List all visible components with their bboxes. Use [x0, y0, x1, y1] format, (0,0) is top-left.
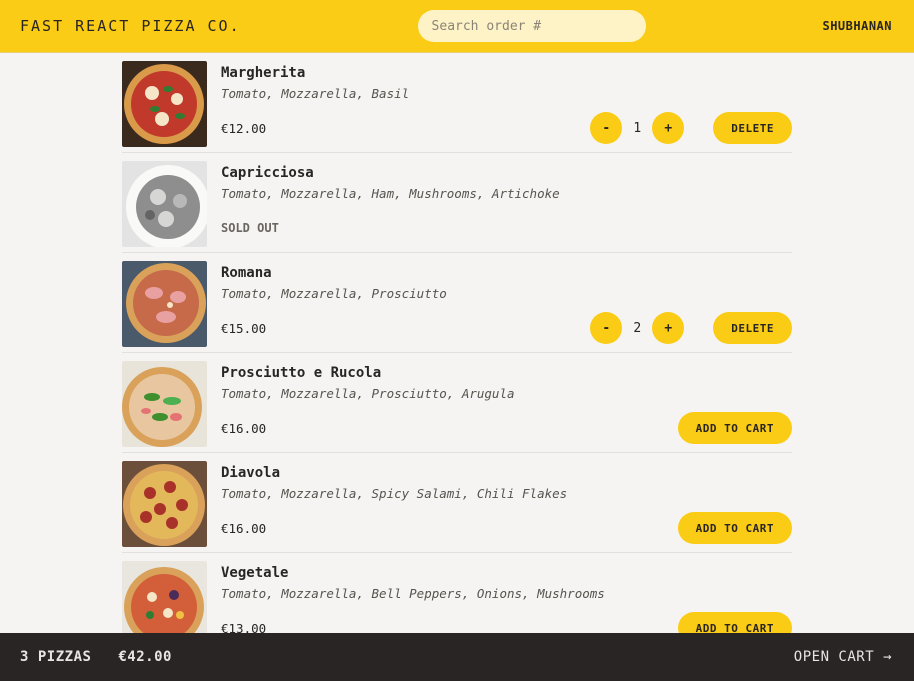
pizza-name: Romana [221, 265, 272, 281]
delete-button[interactable]: DELETE [713, 112, 792, 144]
pizza-ingredients: Tomato, Mozzarella, Spicy Salami, Chili … [221, 486, 568, 501]
menu-item: Romana Tomato, Mozzarella, Prosciutto €1… [122, 253, 792, 353]
pizza-image [122, 361, 207, 447]
delete-button[interactable]: DELETE [713, 312, 792, 344]
pizza-name: Prosciutto e Rucola [221, 365, 382, 381]
pizza-price: €13.00 [221, 620, 267, 634]
pizza-ingredients: Tomato, Mozzarella, Basil [221, 86, 410, 101]
decrease-quantity-button[interactable]: - [590, 112, 623, 144]
increase-quantity-button[interactable]: + [652, 112, 685, 144]
quantity-value: 2 [633, 320, 642, 336]
menu-item: Diavola Tomato, Mozzarella, Spicy Salami… [122, 453, 792, 553]
pizza-ingredients: Tomato, Mozzarella, Bell Peppers, Onions… [221, 586, 605, 601]
pizza-image [122, 161, 207, 247]
sold-out-label: SOLD OUT [221, 221, 279, 235]
add-to-cart-button[interactable]: ADD TO CART [677, 412, 792, 444]
pizza-price: €16.00 [221, 420, 267, 436]
menu-item: Capricciosa Tomato, Mozzarella, Ham, Mus… [122, 153, 792, 253]
menu-item: Margherita Tomato, Mozzarella, Basil €12… [122, 53, 792, 153]
open-cart-link[interactable]: OPEN CART → [794, 649, 892, 665]
cart-total-price: €42.00 [118, 649, 172, 665]
add-to-cart-button[interactable]: ADD TO CART [677, 612, 792, 633]
cart-stats: 3 PIZZAS €42.00 [20, 649, 172, 665]
menu-item: Vegetale Tomato, Mozzarella, Bell Pepper… [122, 553, 792, 633]
pizza-name: Margherita [221, 65, 306, 81]
pizza-price: €15.00 [221, 320, 267, 336]
pizza-image [122, 461, 207, 547]
pizza-ingredients: Tomato, Mozzarella, Prosciutto [221, 286, 447, 301]
pizza-price: €16.00 [221, 520, 267, 536]
pizza-ingredients: Tomato, Mozzarella, Ham, Mushrooms, Arti… [221, 186, 560, 201]
quantity-value: 1 [633, 120, 642, 136]
increase-quantity-button[interactable]: + [652, 312, 685, 344]
search-order-input[interactable] [417, 10, 646, 42]
pizza-price: €12.00 [221, 120, 267, 136]
menu-item: Prosciutto e Rucola Tomato, Mozzarella, … [122, 353, 792, 453]
logo-link[interactable]: FAST REACT PIZZA CO. [20, 17, 241, 35]
menu-list: Margherita Tomato, Mozzarella, Basil €12… [122, 53, 792, 633]
username: SHUBHANAN [822, 19, 892, 33]
pizza-name: Vegetale [221, 565, 289, 581]
add-to-cart-button[interactable]: ADD TO CART [677, 512, 792, 544]
pizza-image [122, 61, 207, 147]
pizza-image [122, 261, 207, 347]
pizza-name: Diavola [221, 465, 281, 481]
cart-pizza-count: 3 PIZZAS [20, 649, 92, 665]
pizza-name: Capricciosa [221, 165, 314, 181]
pizza-image [122, 561, 207, 633]
pizza-ingredients: Tomato, Mozzarella, Prosciutto, Arugula [221, 386, 515, 401]
decrease-quantity-button[interactable]: - [590, 312, 623, 344]
app-header: FAST REACT PIZZA CO. SHUBHANAN [0, 0, 914, 53]
cart-overview: 3 PIZZAS €42.00 OPEN CART → [0, 633, 914, 681]
